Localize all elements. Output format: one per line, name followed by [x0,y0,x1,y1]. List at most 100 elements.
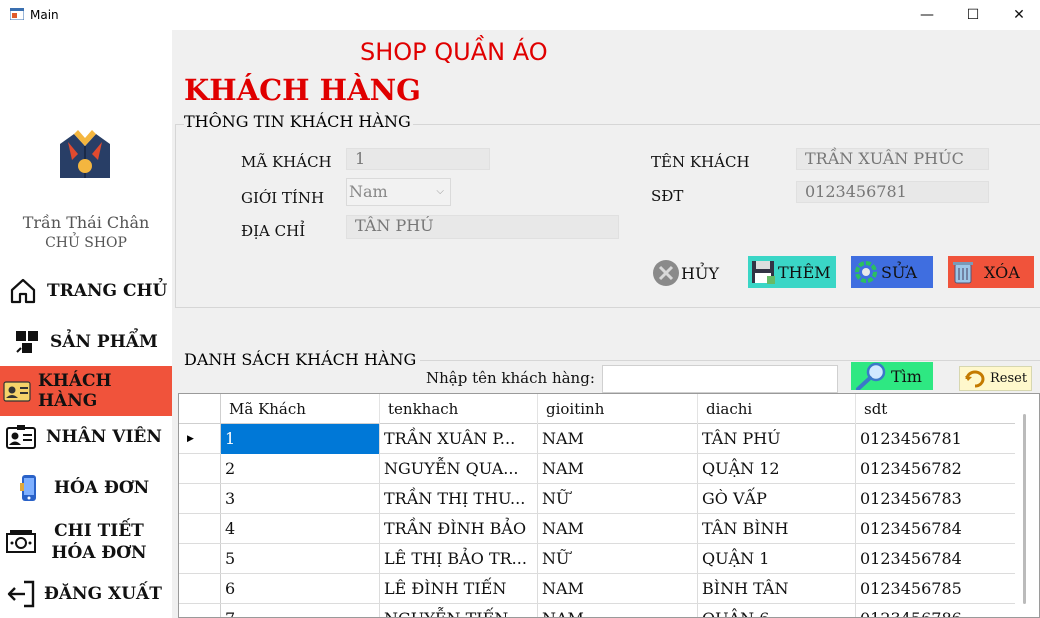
row-header [179,454,221,483]
table-cell[interactable]: NAM [538,604,698,617]
table-cell[interactable]: 4 [221,514,380,544]
column-header[interactable]: tenkhach [380,394,538,424]
table-cell[interactable]: NAM [538,424,698,454]
them-label: THÊM [778,262,831,282]
sidebar-item-label: HÓA ĐƠN [54,478,150,498]
table-cell[interactable]: BÌNH TÂN [698,574,856,604]
table-cell[interactable]: NGUYỄN QUA... [380,454,538,484]
list-group-border [420,360,1040,361]
id-card-icon [6,422,36,452]
sdt-label: SĐT [651,187,684,205]
table-cell[interactable]: LÊ THỊ BẢO TR... [380,544,538,574]
table-cell[interactable]: NAM [538,454,698,484]
table-row[interactable]: 2 NGUYỄN QUA... NAM QUẬN 12 0123456782 [179,454,1021,484]
sidebar-item-label: NHÂN VIÊN [46,427,162,447]
shop-title: SHOP QUẦN ÁO [360,38,548,66]
user-name: Trần Thái Chân [22,213,150,232]
table-cell[interactable]: 1 [221,424,380,454]
minimize-button[interactable]: — [904,0,950,30]
close-button[interactable]: ✕ [996,0,1040,30]
sua-button[interactable]: SỬA [851,256,933,288]
table-row[interactable]: 5 LÊ THỊ BẢO TR... NỮ QUẬN 1 0123456784 [179,544,1021,574]
table-cell[interactable]: 0123456783 [856,484,1016,514]
gioi-tinh-select[interactable]: Nam ⌵ [346,178,451,206]
column-header[interactable]: gioitinh [538,394,698,424]
table-cell[interactable]: NAM [538,514,698,544]
reset-label: Reset [990,371,1028,386]
sidebar-item-trang-chu[interactable]: TRANG CHỦ [0,273,172,309]
chevron-down-icon: ⌵ [436,186,444,197]
table-cell[interactable]: TRẦN ĐÌNH BẢO [380,514,538,544]
gioi-tinh-value: Nam [349,182,388,201]
money-icon [6,527,36,557]
xoa-button[interactable]: XÓA [948,256,1034,288]
table-cell[interactable]: 5 [221,544,380,574]
table-cell[interactable]: 6 [221,574,380,604]
table-cell[interactable]: QUẬN 12 [698,454,856,484]
table-cell[interactable]: 7 [221,604,380,617]
table-row[interactable]: 6 LÊ ĐÌNH TIẾN NAM BÌNH TÂN 0123456785 [179,574,1021,604]
table-cell[interactable]: 3 [221,484,380,514]
huy-button[interactable]: HỦY [651,257,731,289]
table-cell[interactable]: NỮ [538,544,698,574]
sua-label: SỬA [881,262,917,282]
table-cell[interactable]: TRẦN THỊ THU... [380,484,538,514]
column-header[interactable]: sdt [856,394,1016,424]
column-header[interactable]: diachi [698,394,856,424]
search-input[interactable] [602,365,838,393]
row-header [179,484,221,513]
table-cell[interactable]: NGUYỄN TIẾN... [380,604,538,617]
search-label: Nhập tên khách hàng: [426,369,595,387]
table-cell[interactable]: 0123456781 [856,424,1016,454]
table-row[interactable]: 7 NGUYỄN TIẾN... NAM QUẬN 6 0123456786 [179,604,1021,617]
app-icon [10,8,24,20]
table-cell[interactable]: TÂN PHÚ [698,424,856,454]
table-row[interactable]: ▶ 1 TRẦN XUÂN P... NAM TÂN PHÚ 012345678… [179,424,1021,454]
logout-icon [6,579,36,609]
sidebar-item-dang-xuat[interactable]: ĐĂNG XUẤT [0,576,172,612]
home-icon [8,276,38,306]
sdt-field[interactable]: 0123456781 [796,181,989,203]
table-cell[interactable]: QUẬN 6 [698,604,856,617]
magnifier-icon [851,362,891,390]
sidebar-item-label: CHI TIẾT HÓA ĐƠN [51,521,147,563]
table-row[interactable]: 3 TRẦN THỊ THU... NỮ GÒ VẤP 0123456783 [179,484,1021,514]
them-button[interactable]: THÊM [748,256,836,288]
cancel-icon [651,258,681,288]
ma-khach-field[interactable]: 1 [346,148,490,170]
table-cell[interactable]: 0123456786 [856,604,1016,617]
table-cell[interactable]: 2 [221,454,380,484]
save-icon [748,257,778,287]
row-header-corner [179,394,221,424]
column-header[interactable]: Mã Khách [221,394,380,424]
page-title: KHÁCH HÀNG [184,73,421,107]
close-icon: ✕ [1013,7,1025,23]
table-row[interactable]: 4 TRẦN ĐÌNH BẢO NAM TÂN BÌNH 0123456784 [179,514,1021,544]
maximize-button[interactable]: ☐ [950,0,996,30]
table-cell[interactable]: 0123456782 [856,454,1016,484]
reset-button[interactable]: Reset [959,366,1032,391]
dia-chi-field[interactable]: TÂN PHÚ [346,215,619,239]
customer-table[interactable]: Mã Khách tenkhach gioitinh diachi sdt ▶ … [178,393,1040,618]
vertical-scrollbar[interactable] [1015,394,1039,617]
table-cell[interactable]: QUẬN 1 [698,544,856,574]
table-cell[interactable]: NAM [538,574,698,604]
table-cell[interactable]: 0123456784 [856,544,1016,574]
dia-chi-label: ĐỊA CHỈ [241,222,306,240]
sidebar-item-khach-hang[interactable]: KHÁCH HÀNG [0,366,172,416]
sidebar-item-hoa-don[interactable]: HÓA ĐƠN [0,470,172,506]
table-cell[interactable]: NỮ [538,484,698,514]
table-cell[interactable]: 0123456785 [856,574,1016,604]
sidebar-item-nhan-vien[interactable]: NHÂN VIÊN [0,419,172,455]
scrollbar-thumb[interactable] [1023,414,1026,604]
table-cell[interactable]: 0123456784 [856,514,1016,544]
sidebar-item-chi-tiet-hoa-don[interactable]: CHI TIẾT HÓA ĐƠN [0,516,172,568]
table-cell[interactable]: TRẦN XUÂN P... [380,424,538,454]
ten-khach-field[interactable]: TRẦN XUÂN PHÚC [796,148,989,170]
sidebar-item-label: TRANG CHỦ [47,281,168,301]
find-button[interactable]: Tìm [851,362,933,390]
table-cell[interactable]: LÊ ĐÌNH TIẾN [380,574,538,604]
table-cell[interactable]: GÒ VẤP [698,484,856,514]
table-cell[interactable]: TÂN BÌNH [698,514,856,544]
sidebar-item-san-pham[interactable]: SẢN PHẨM [0,324,172,360]
